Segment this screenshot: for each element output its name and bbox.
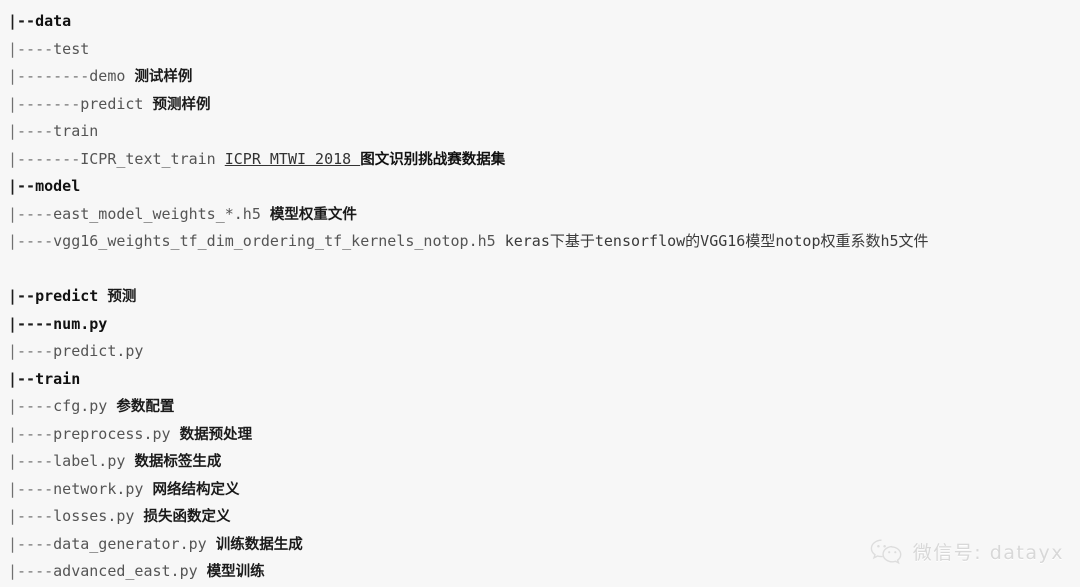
tree-node-description: 预测样例	[152, 96, 211, 113]
tree-branch-prefix: |----	[8, 232, 54, 250]
tree-node-name: data_generator.py	[53, 534, 207, 553]
tree-line: |----advanced_east.py 模型训练	[8, 558, 1080, 586]
tree-node-name: data	[35, 12, 72, 30]
tree-node-name: network.py	[53, 479, 144, 498]
tree-branch-prefix: |----	[8, 397, 54, 415]
tree-line: |----label.py 数据标签生成	[8, 448, 1080, 476]
tree-node-name: east_model_weights_*.h5	[53, 204, 261, 223]
tree-line: |--predict 预测	[8, 283, 1080, 311]
tree-node-description: 损失函数定义	[143, 509, 231, 525]
tree-branch-prefix: |----	[8, 342, 54, 360]
tree-node-name: ICPR_text_train	[80, 149, 216, 168]
tree-branch-prefix: |----	[8, 314, 54, 333]
tree-node-description: 训练数据生成	[215, 536, 303, 553]
tree-branch-prefix: |----	[8, 479, 54, 498]
tree-node-name: losses.py	[53, 507, 135, 525]
tree-branch-prefix: |----	[8, 39, 54, 58]
tree-line: |----east_model_weights_*.h5 模型权重文件	[8, 201, 1080, 229]
tree-node-name: label.py	[53, 452, 126, 470]
tree-branch-prefix: |----	[8, 204, 54, 223]
tree-node-name: advanced_east.py	[53, 562, 198, 580]
tree-branch-prefix: |--------	[8, 67, 90, 85]
tree-line: |--train	[8, 366, 1080, 394]
tree-node-description-secondary: 图文识别挑战赛数据集	[360, 151, 506, 168]
tree-line: |----data_generator.py 训练数据生成	[8, 531, 1080, 559]
tree-node-name: cfg.py	[53, 397, 108, 415]
tree-branch-prefix: |--	[8, 177, 36, 195]
tree-line: |--model	[8, 173, 1080, 201]
tree-line: |----predict.py	[8, 338, 1080, 366]
tree-branch-prefix: |--	[8, 369, 36, 388]
tree-line: |----losses.py 损失函数定义	[8, 503, 1080, 531]
tree-branch-prefix: |--	[8, 12, 36, 30]
tree-line: |-------ICPR_text_train ICPR MTWI 2018 图…	[8, 146, 1080, 174]
tree-node-name: train	[35, 369, 81, 388]
tree-node-name: vgg16_weights_tf_dim_ordering_tf_kernels…	[53, 232, 496, 250]
tree-line: |----preprocess.py 数据预处理	[8, 421, 1080, 449]
dataset-link[interactable]: ICPR MTWI 2018	[225, 150, 360, 168]
tree-node-name: model	[35, 177, 81, 195]
tree-branch-prefix: |----	[8, 507, 54, 525]
tree-line: |----vgg16_weights_tf_dim_ordering_tf_ke…	[8, 228, 1080, 256]
directory-tree: |--data |----test |--------demo 测试样例 |-----…	[0, 0, 1080, 586]
tree-node-description: 测试样例	[134, 69, 193, 85]
tree-node-name: predict	[80, 94, 144, 113]
tree-line: |--------demo 测试样例	[8, 63, 1080, 91]
tree-node-description: 数据预处理	[179, 426, 253, 443]
tree-line: |----cfg.py 参数配置	[8, 393, 1080, 421]
tree-node-description: 网络结构定义	[152, 481, 240, 498]
tree-line: |----test	[8, 36, 1080, 64]
tree-node-description: 数据标签生成	[134, 454, 222, 470]
tree-branch-prefix: |----	[8, 562, 54, 580]
tree-branch-prefix: |-------	[8, 94, 81, 113]
tree-line: |----network.py 网络结构定义	[8, 476, 1080, 504]
tree-node-name: preprocess.py	[53, 424, 171, 443]
tree-branch-prefix: |----	[8, 424, 54, 443]
tree-line: |----train	[8, 118, 1080, 146]
tree-line: |----num.py	[8, 311, 1080, 339]
tree-node-name: predict.py	[53, 342, 144, 360]
tree-node-name: train	[53, 122, 99, 140]
tree-node-name: demo	[89, 67, 126, 85]
tree-node-description: 模型训练	[206, 564, 265, 580]
tree-branch-prefix: |----	[8, 534, 54, 553]
tree-node-description: 预测	[107, 289, 137, 305]
tree-node-name: predict	[35, 287, 99, 305]
tree-branch-prefix: |-------	[8, 149, 81, 168]
tree-node-name: num.py	[53, 314, 108, 333]
tree-node-name: test	[53, 39, 90, 58]
tree-line: |--data	[8, 8, 1080, 36]
tree-node-description: keras下基于tensorflow的VGG16模型notop权重系数h5文件	[504, 232, 929, 250]
tree-branch-prefix: |--	[8, 287, 36, 305]
tree-node-description: 参数配置	[116, 399, 175, 415]
tree-branch-prefix: |----	[8, 452, 54, 470]
tree-branch-prefix: |----	[8, 122, 54, 140]
tree-node-description: 模型权重文件	[269, 206, 357, 223]
tree-line: |-------predict 预测样例	[8, 91, 1080, 119]
